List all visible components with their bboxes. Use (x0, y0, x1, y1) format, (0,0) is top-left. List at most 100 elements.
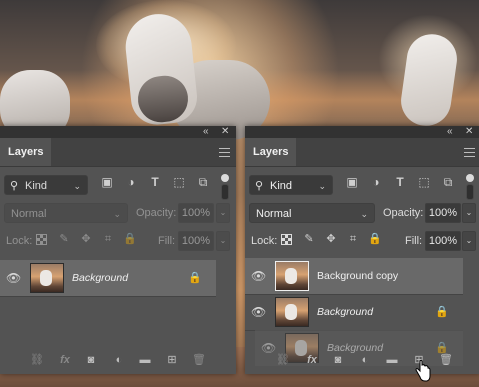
filter-toggle-icon[interactable] (221, 174, 229, 182)
type-filter-icon[interactable]: T (393, 175, 407, 189)
pixel-filter-icon[interactable]: ▣ (345, 175, 359, 189)
blend-row: Normal ⌄ Opacity: 100% ⌄ (245, 199, 479, 227)
lock-artboard-icon[interactable]: ⌗ (346, 232, 360, 246)
blend-mode-select[interactable]: Normal ⌄ (249, 203, 375, 223)
filter-kind-select[interactable]: ⚲ Kind ⌄ (4, 175, 88, 195)
close-icon[interactable]: ✕ (465, 126, 473, 138)
panel-tab-bar: Layers (245, 138, 479, 167)
lock-move-icon[interactable]: ✥ (324, 232, 338, 246)
fx-icon[interactable]: fx (305, 353, 319, 367)
mask-icon[interactable]: ◙ (84, 353, 98, 367)
adjustment-icon[interactable]: ◐ (112, 353, 126, 367)
lock-row: Lock: ✎ ✥ ⌗ 🔒 Fill: 100% ⌄ (0, 227, 236, 255)
filter-row: ⚲ Kind ⌄ ▣ ◑ T ⬚ ⧉ (245, 171, 479, 200)
layers-list: 👁 Background 🔒 (0, 260, 236, 330)
trash-icon[interactable]: 🗑 (192, 353, 206, 367)
search-icon: ⚲ (255, 180, 264, 192)
smart-object-filter-icon[interactable]: ⧉ (196, 175, 210, 189)
lock-transparency-icon[interactable] (281, 234, 292, 245)
layer-name: Background copy (317, 270, 399, 282)
fill-input[interactable]: 100% (425, 231, 461, 251)
blend-mode-select[interactable]: Normal ⌄ (4, 203, 128, 223)
layers-panel-left: « ✕ Layers ⚲ Kind ⌄ ▣ ◑ T ⬚ ⧉ Normal ⌄ O… (0, 126, 236, 374)
fill-label: Fill: (405, 235, 423, 247)
layer-thumbnail (275, 297, 309, 327)
filter-switch[interactable] (221, 184, 229, 200)
link-icon[interactable]: ⛓ (30, 353, 44, 367)
chevron-down-icon: ⌄ (318, 181, 326, 191)
eye-icon[interactable]: 👁 (251, 305, 266, 319)
shape-filter-icon[interactable]: ⬚ (172, 175, 186, 189)
chevron-down-icon: ⌄ (113, 209, 121, 219)
adjustment-icon[interactable]: ◐ (358, 353, 372, 367)
filter-row: ⚲ Kind ⌄ ▣ ◑ T ⬚ ⧉ (0, 171, 236, 200)
link-icon[interactable]: ⛓ (276, 353, 290, 367)
adjustment-filter-icon[interactable]: ◑ (124, 175, 138, 189)
layer-name: Background (317, 306, 374, 318)
lock-move-icon[interactable]: ✥ (79, 232, 93, 246)
layers-panel-right: « ✕ Layers ⚲ Kind ⌄ ▣ ◑ T ⬚ ⧉ Normal ⌄ O… (245, 126, 479, 374)
opacity-input[interactable]: 100% (425, 203, 461, 223)
lock-artboard-icon[interactable]: ⌗ (101, 232, 115, 246)
filter-switch[interactable] (466, 184, 474, 200)
trash-icon[interactable]: 🗑 (439, 353, 453, 367)
panel-bottom-bar: ⛓ fx ◙ ◐ ▬ ⊞ 🗑 (245, 346, 479, 374)
adjustment-filter-icon[interactable]: ◑ (369, 175, 383, 189)
shape-filter-icon[interactable]: ⬚ (417, 175, 431, 189)
lock-label: Lock: (6, 235, 33, 247)
blend-mode-value: Normal (11, 208, 47, 220)
lock-all-icon[interactable]: 🔒 (368, 232, 382, 246)
fill-label: Fill: (158, 235, 176, 247)
chevron-down-icon: ⌄ (73, 181, 81, 191)
panel-title-bar: « ✕ (245, 126, 479, 138)
panel-menu-icon[interactable] (219, 148, 230, 157)
type-filter-icon[interactable]: T (148, 175, 162, 189)
blend-row: Normal ⌄ Opacity: 100% ⌄ (0, 199, 236, 227)
fx-icon[interactable]: fx (58, 353, 72, 367)
eye-icon[interactable]: 👁 (6, 271, 21, 285)
close-icon[interactable]: ✕ (221, 126, 229, 138)
lock-icon: 🔒 (188, 272, 202, 284)
fill-dropdown[interactable]: ⌄ (216, 231, 230, 251)
collapse-icon[interactable]: « (447, 126, 453, 138)
layer-row-background-copy[interactable]: 👁 Background copy (245, 258, 463, 295)
new-layer-icon[interactable]: ⊞ (165, 353, 179, 367)
lock-brush-icon[interactable]: ✎ (302, 232, 316, 246)
filter-kind-label: Kind (270, 180, 293, 192)
lock-brush-icon[interactable]: ✎ (57, 232, 71, 246)
blend-mode-value: Normal (256, 208, 292, 220)
fill-input[interactable]: 100% (178, 231, 214, 251)
folder-icon[interactable]: ▬ (385, 353, 399, 367)
filter-kind-select[interactable]: ⚲ Kind ⌄ (249, 175, 333, 195)
mask-icon[interactable]: ◙ (331, 353, 345, 367)
panel-tab-bar: Layers (0, 138, 236, 167)
lock-icon: 🔒 (435, 306, 449, 318)
layer-thumbnail (275, 261, 309, 291)
opacity-dropdown[interactable]: ⌄ (216, 203, 230, 223)
eye-icon[interactable]: 👁 (251, 269, 266, 283)
tab-layers[interactable]: Layers (245, 138, 297, 166)
chevron-down-icon: ⌄ (360, 209, 368, 219)
panel-bottom-bar: ⛓ fx ◙ ◐ ▬ ⊞ 🗑 (0, 346, 236, 374)
opacity-dropdown[interactable]: ⌄ (462, 203, 476, 223)
panel-title-bar: « ✕ (0, 126, 236, 138)
smart-object-filter-icon[interactable]: ⧉ (441, 175, 455, 189)
panel-menu-icon[interactable] (464, 148, 475, 157)
lock-all-icon[interactable]: 🔒 (123, 232, 137, 246)
filter-kind-label: Kind (25, 180, 48, 192)
opacity-label: Opacity: (136, 207, 177, 219)
search-icon: ⚲ (10, 180, 19, 192)
collapse-icon[interactable]: « (203, 126, 209, 138)
tab-layers[interactable]: Layers (0, 138, 52, 166)
pixel-filter-icon[interactable]: ▣ (100, 175, 114, 189)
layer-name: Background (72, 272, 129, 284)
filter-toggle-icon[interactable] (466, 174, 474, 182)
folder-icon[interactable]: ▬ (138, 353, 152, 367)
lock-transparency-icon[interactable] (36, 234, 47, 245)
opacity-label: Opacity: (383, 207, 424, 219)
layer-row-background[interactable]: 👁 Background 🔒 (245, 294, 463, 331)
layer-row-background[interactable]: 👁 Background 🔒 (0, 260, 216, 297)
layer-thumbnail (30, 263, 64, 293)
fill-dropdown[interactable]: ⌄ (462, 231, 476, 251)
opacity-input[interactable]: 100% (178, 203, 214, 223)
